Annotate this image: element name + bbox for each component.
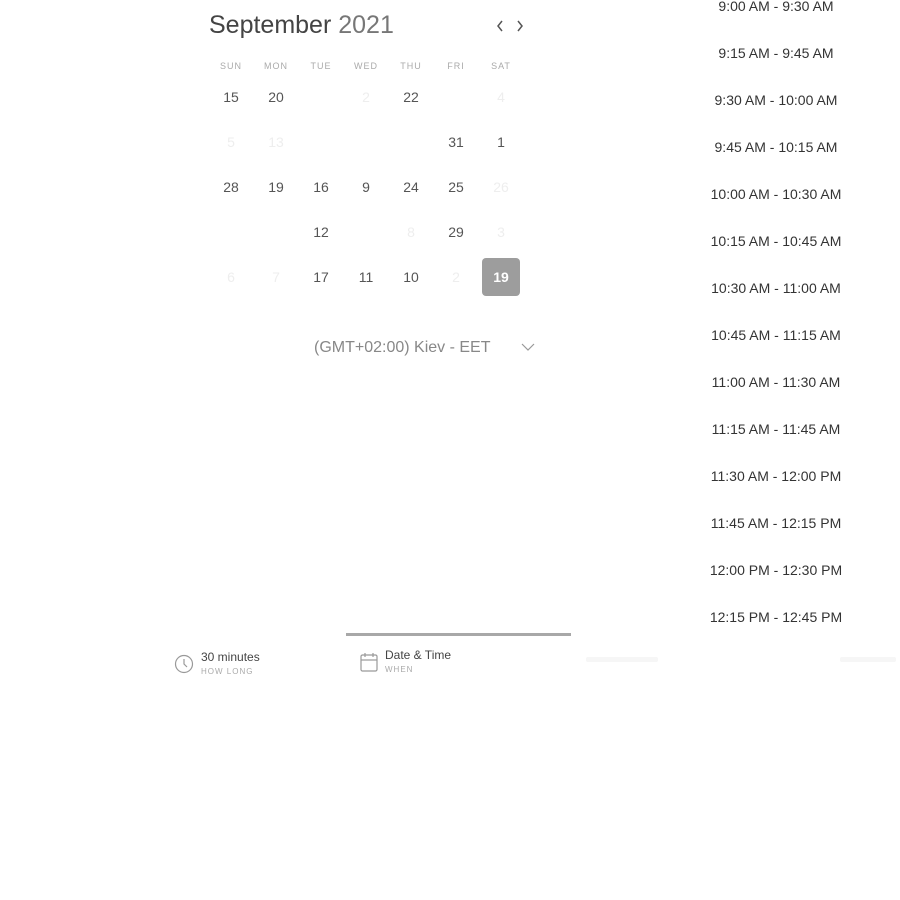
duration-value: 30 minutes (201, 650, 260, 664)
calendar-day[interactable]: 28 (212, 168, 250, 206)
weekday-label-wed: WED (354, 61, 378, 71)
time-slot-button[interactable]: 9:45 AM - 10:15 AM (700, 135, 852, 159)
date-time-value: Date & Time (385, 648, 452, 662)
calendar-day[interactable]: 11 (347, 258, 385, 296)
calendar-day[interactable]: 1 (482, 123, 520, 161)
time-slot-button[interactable]: 9:15 AM - 9:45 AM (700, 41, 852, 65)
calendar-day: 2 (362, 89, 370, 105)
calendar-day: 3 (497, 224, 505, 240)
date-time-caption: WHEN (385, 665, 414, 674)
calendar-day: 7 (272, 269, 280, 285)
calendar-day: 6 (227, 269, 235, 285)
time-slot-button[interactable]: 12:15 PM - 12:45 PM (700, 605, 852, 629)
timezone-label: (GMT+02:00) Kiev - EET (314, 339, 491, 356)
time-slot-button[interactable]: 10:00 AM - 10:30 AM (700, 182, 852, 206)
chevron-left-icon (497, 20, 503, 32)
calendar-day[interactable]: 12 (302, 213, 340, 251)
time-slot-button[interactable]: 10:30 AM - 11:00 AM (700, 276, 852, 300)
previous-month-button[interactable] (492, 15, 508, 37)
calendar-day: 4 (497, 89, 505, 105)
weekday-label-thu: THU (400, 61, 422, 71)
calendar-icon (360, 653, 378, 672)
calendar-day[interactable]: 31 (437, 123, 475, 161)
step-progress-bar (346, 633, 571, 636)
calendar-day[interactable]: 10 (392, 258, 430, 296)
calendar-day[interactable]: 22 (392, 78, 430, 116)
time-slot-button[interactable]: 11:00 AM - 11:30 AM (700, 370, 852, 394)
month-title: September 2021 (209, 11, 394, 40)
duration-caption: HOW LONG (201, 667, 254, 676)
booking-page: September 2021 SUN MON TUE WED THU FRI SAT 15 20… (0, 0, 900, 900)
month-name: September (209, 11, 332, 39)
calendar-day[interactable]: 17 (302, 258, 340, 296)
calendar-day[interactable]: 15 (212, 78, 250, 116)
weekday-label-sun: SUN (219, 61, 242, 71)
time-slot-button[interactable]: 10:15 AM - 10:45 AM (700, 229, 852, 253)
time-slot-button[interactable]: 9:30 AM - 10:00 AM (700, 88, 852, 112)
time-slot-button[interactable]: 11:30 AM - 12:00 PM (700, 464, 852, 488)
calendar-day[interactable]: 29 (437, 213, 475, 251)
clock-icon (174, 654, 194, 674)
calendar-day[interactable]: 25 (437, 168, 475, 206)
calendar-day: 8 (407, 224, 415, 240)
time-slot-button[interactable]: 12:00 PM - 12:30 PM (700, 558, 852, 582)
month-year: 2021 (338, 11, 394, 39)
duration-step[interactable]: 30 minutes HOW LONG (174, 648, 294, 680)
weekday-label-mon: MON (264, 61, 288, 71)
calendar-day[interactable]: 24 (392, 168, 430, 206)
calendar-day[interactable]: 20 (257, 78, 295, 116)
weekday-label-fri: FRI (447, 61, 465, 71)
time-slot-button[interactable]: 9:00 AM - 9:30 AM (700, 0, 852, 18)
calendar-day: 5 (227, 134, 235, 150)
selected-day[interactable]: 19 (482, 258, 520, 296)
time-slot-button[interactable]: 11:45 AM - 12:15 PM (700, 511, 852, 535)
chevron-down-icon (521, 343, 535, 351)
weekday-label-sat: SAT (491, 61, 511, 71)
calendar-day: 26 (493, 179, 509, 195)
confirm-step-placeholder (840, 657, 896, 662)
calendar-day[interactable]: 16 (302, 168, 340, 206)
timezone-select[interactable]: (GMT+02:00) Kiev - EET (314, 338, 540, 360)
calendar-day[interactable]: 19 (257, 168, 295, 206)
date-time-step[interactable]: Date & Time WHEN (360, 646, 480, 678)
weekday-label-tue: TUE (310, 61, 332, 71)
calendar-day: 2 (452, 269, 460, 285)
calendar-day: 13 (268, 134, 284, 150)
next-month-button[interactable] (512, 15, 528, 37)
chevron-right-icon (517, 20, 523, 32)
time-slot-button[interactable]: 11:15 AM - 11:45 AM (700, 417, 852, 441)
details-step-placeholder (586, 657, 658, 662)
calendar-day[interactable]: 9 (347, 168, 385, 206)
time-slot-button[interactable]: 10:45 AM - 11:15 AM (700, 323, 852, 347)
